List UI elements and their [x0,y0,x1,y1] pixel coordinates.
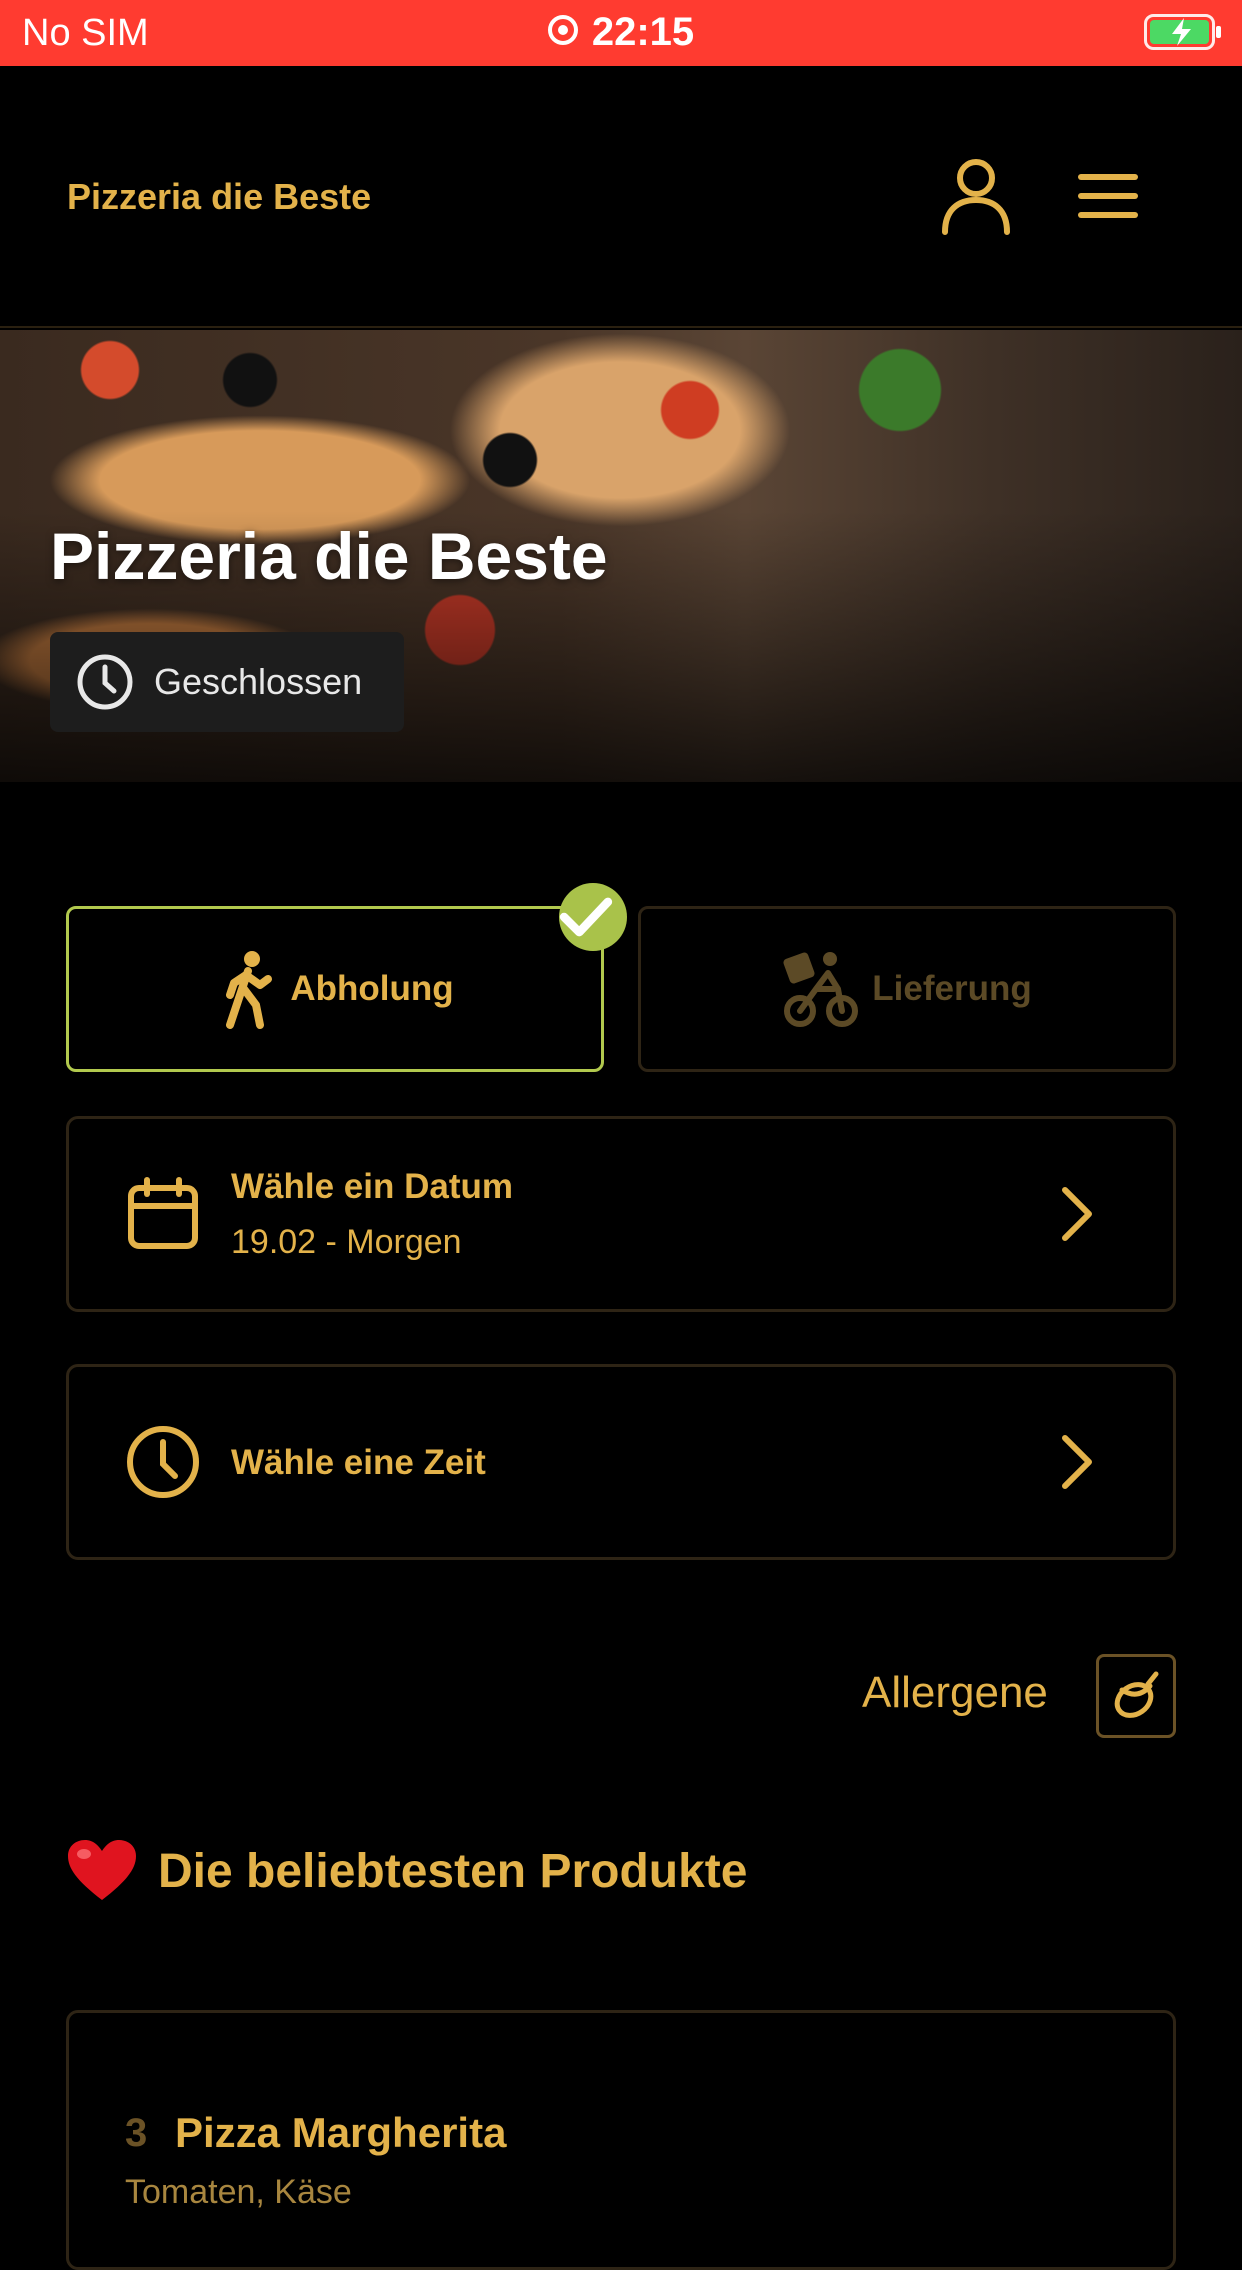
pickup-label: Abholung [290,969,454,1008]
clock-icon [127,1426,199,1498]
popular-products-title: Die beliebtesten Produkte [158,1844,748,1898]
chevron-right-icon [1062,1435,1092,1489]
selected-check-badge [559,883,627,951]
clock-icon [77,654,133,710]
date-selector-value: 19.02 - Morgen [231,1223,462,1261]
time-selector-label: Wähle eine Zeit [231,1443,486,1482]
delivery-bike-icon [783,952,859,1027]
delivery-label: Lieferung [872,969,1032,1008]
allergens-label[interactable]: Allergene [862,1668,1048,1718]
product-card[interactable]: 3 Pizza Margherita Tomaten, Käse [66,2010,1176,2270]
status-center: 22:15 [0,10,1242,55]
product-description: Tomaten, Käse [125,2173,352,2211]
date-selector-label: Wähle ein Datum [231,1167,513,1206]
app-header: Pizzeria die Beste [0,66,1242,328]
heart-icon [68,1840,136,1900]
product-number: 3 [125,2111,148,2155]
opening-status-badge[interactable]: Geschlossen [50,632,404,732]
calendar-icon [128,1177,198,1249]
product-name: Pizza Margherita [175,2109,507,2156]
opening-status-text: Geschlossen [154,661,363,702]
delivery-option[interactable]: Lieferung [638,906,1176,1072]
hero-banner: Pizzeria die Beste Geschlossen [0,330,1242,782]
allergens-button[interactable] [1096,1654,1176,1738]
menu-icon[interactable] [1076,172,1140,220]
restaurant-title: Pizzeria die Beste [50,519,608,593]
clock-time: 22:15 [591,10,695,54]
nut-icon [1114,1671,1159,1718]
pickup-option[interactable]: Abholung [66,883,627,1072]
brand-name[interactable]: Pizzeria die Beste [67,176,371,218]
status-bar: No SIM 22:15 [0,0,1242,66]
chevron-right-icon [1062,1187,1092,1241]
user-icon[interactable] [940,156,1012,236]
walking-person-icon [226,951,273,1029]
checkmark-icon [559,897,613,937]
battery-icon [1144,14,1221,50]
popular-products-heading: Die beliebtesten Produkte [66,1838,747,1904]
recording-icon [547,15,578,46]
time-selector[interactable]: Wähle eine Zeit [66,1364,1176,1560]
date-selector[interactable]: Wähle ein Datum 19.02 - Morgen [66,1116,1176,1312]
